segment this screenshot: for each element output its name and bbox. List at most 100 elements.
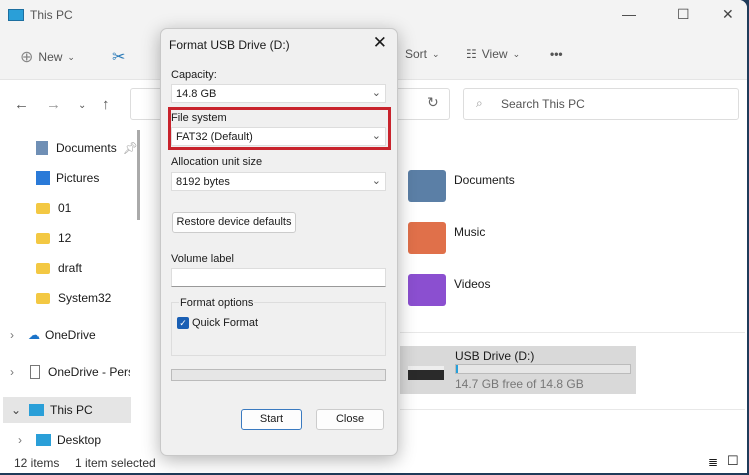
details-view-icon[interactable]: ≣ <box>708 455 718 469</box>
more-options-button[interactable]: ••• <box>550 47 563 61</box>
chevron-down-icon: ⌄ <box>67 51 75 62</box>
checkbox-checked-icon: ✓ <box>177 317 189 329</box>
folder-icon <box>36 232 50 244</box>
library-documents[interactable]: Documents <box>408 170 515 202</box>
documents-folder-icon <box>408 170 446 202</box>
restore-defaults-button[interactable]: Restore device defaults <box>172 212 296 233</box>
back-icon[interactable]: ← <box>14 96 29 113</box>
recent-chevron-icon[interactable]: ⌄ <box>78 100 86 111</box>
documents-icon <box>36 141 48 155</box>
quick-format-checkbox[interactable]: ✓ Quick Format <box>177 317 258 329</box>
up-icon[interactable]: ↑ <box>102 96 110 113</box>
drive-free-space: 14.7 GB free of 14.8 GB <box>455 377 584 391</box>
search-placeholder: Search This PC <box>501 97 585 111</box>
chevron-right-icon: › <box>10 365 14 379</box>
sidebar-item-label: System32 <box>58 291 112 305</box>
new-button[interactable]: ⊕ New ⌄ <box>20 47 75 67</box>
sidebar-item-label: Desktop <box>57 433 102 447</box>
file-system-label: File system <box>171 112 227 124</box>
view-icon: ☷ <box>466 47 477 61</box>
sidebar-item-01[interactable]: 01 <box>36 195 168 221</box>
pictures-icon <box>36 171 50 185</box>
sidebar-scrollbar[interactable] <box>137 130 140 220</box>
monitor-icon <box>29 404 44 416</box>
chevron-down-icon: ⌄ <box>371 130 381 142</box>
library-music[interactable]: Music <box>408 222 485 254</box>
music-folder-icon <box>408 222 446 254</box>
sidebar-item-label: This PC <box>50 403 93 417</box>
folder-icon <box>36 202 50 214</box>
file-icon <box>30 365 40 379</box>
sort-button[interactable]: Sort ⌄ <box>405 47 440 61</box>
chevron-right-icon: › <box>10 328 14 342</box>
sidebar-item-label: draft <box>58 261 83 275</box>
maximize-button[interactable]: ☐ <box>677 6 690 23</box>
sidebar-item-12[interactable]: 12 <box>36 225 168 251</box>
sidebar-item-label: OneDrive <box>45 328 96 342</box>
chevron-down-icon: ⌄ <box>11 403 22 417</box>
sidebar-item-documents[interactable]: Documents 📌︎ <box>36 135 168 161</box>
refresh-icon[interactable]: ↻ <box>427 94 439 111</box>
start-button[interactable]: Start <box>241 409 302 430</box>
plus-icon: ⊕ <box>20 49 34 66</box>
cloud-icon: ☁ <box>28 328 40 342</box>
format-options-label: Format options <box>179 297 255 309</box>
format-options-group <box>171 302 386 356</box>
cut-button[interactable]: ✂ <box>112 47 125 67</box>
volume-label-input[interactable] <box>171 268 386 287</box>
title-bar: This PC — ☐ ✕ <box>0 0 747 30</box>
forward-icon[interactable]: → <box>46 96 61 113</box>
drive-name: USB Drive (D:) <box>455 349 535 363</box>
divider <box>400 409 745 410</box>
sidebar-item-label: 01 <box>58 201 72 215</box>
library-label: Music <box>454 225 486 239</box>
capacity-select[interactable]: 14.8 GB ⌄ <box>171 84 386 103</box>
sidebar-item-this-pc[interactable]: ⌄ This PC <box>3 397 131 423</box>
pin-icon: 📌︎ <box>122 141 138 155</box>
sidebar-item-system32[interactable]: System32 <box>36 285 168 311</box>
scissors-icon: ✂ <box>112 49 126 66</box>
tiles-view-icon[interactable]: ☐ <box>727 453 739 469</box>
library-label: Documents <box>454 173 515 187</box>
allocation-unit-label: Allocation unit size <box>171 156 263 168</box>
file-system-select[interactable]: FAT32 (Default) ⌄ <box>171 127 386 146</box>
usb-drive-item[interactable]: USB Drive (D:) 14.7 GB free of 14.8 GB <box>400 346 636 394</box>
sidebar-item-label: OneDrive - Perso <box>48 365 130 379</box>
status-item-count: 12 items <box>14 456 60 470</box>
sidebar-item-pictures[interactable]: Pictures <box>36 165 168 191</box>
sidebar-item-onedrive[interactable]: › ☁ OneDrive <box>10 322 142 348</box>
dialog-title: Format USB Drive (D:) <box>169 38 290 52</box>
library-videos[interactable]: Videos <box>408 274 490 306</box>
sort-label: Sort <box>405 47 428 61</box>
drive-icon <box>408 366 444 380</box>
view-button[interactable]: ☷ View ⌄ <box>466 47 520 61</box>
allocation-unit-value: 8192 bytes <box>176 176 230 188</box>
allocation-unit-select[interactable]: 8192 bytes ⌄ <box>171 172 386 191</box>
minimize-button[interactable]: — <box>622 6 636 22</box>
sidebar-item-draft[interactable]: draft <box>36 255 168 281</box>
close-window-button[interactable]: ✕ <box>722 6 734 23</box>
search-icon: ⌕ <box>476 96 483 110</box>
drive-usage-bar <box>455 364 631 374</box>
sidebar-item-desktop[interactable]: › Desktop <box>18 427 150 453</box>
dialog-close-icon[interactable]: ✕ <box>373 33 387 53</box>
sidebar-item-onedrive-personal[interactable]: › OneDrive - Perso <box>10 359 142 385</box>
chevron-down-icon: ⌄ <box>432 48 440 59</box>
window-title: This PC <box>30 8 73 22</box>
sidebar-item-label: Pictures <box>56 171 100 185</box>
close-button[interactable]: Close <box>316 409 384 430</box>
chevron-down-icon: ⌄ <box>512 48 521 59</box>
status-selection: 1 item selected <box>75 456 156 470</box>
library-label: Videos <box>454 277 491 291</box>
quick-format-label: Quick Format <box>192 317 259 329</box>
videos-folder-icon <box>408 274 446 306</box>
volume-label-label: Volume label <box>171 253 234 265</box>
capacity-label: Capacity: <box>171 69 217 81</box>
divider <box>400 332 745 333</box>
format-dialog: Format USB Drive (D:) ✕ Capacity: 14.8 G… <box>160 28 398 456</box>
folder-icon <box>36 292 50 304</box>
format-progress-bar <box>171 369 386 381</box>
chevron-right-icon: › <box>18 433 22 447</box>
view-label: View <box>481 47 508 61</box>
search-box[interactable]: ⌕ Search This PC <box>463 88 739 120</box>
